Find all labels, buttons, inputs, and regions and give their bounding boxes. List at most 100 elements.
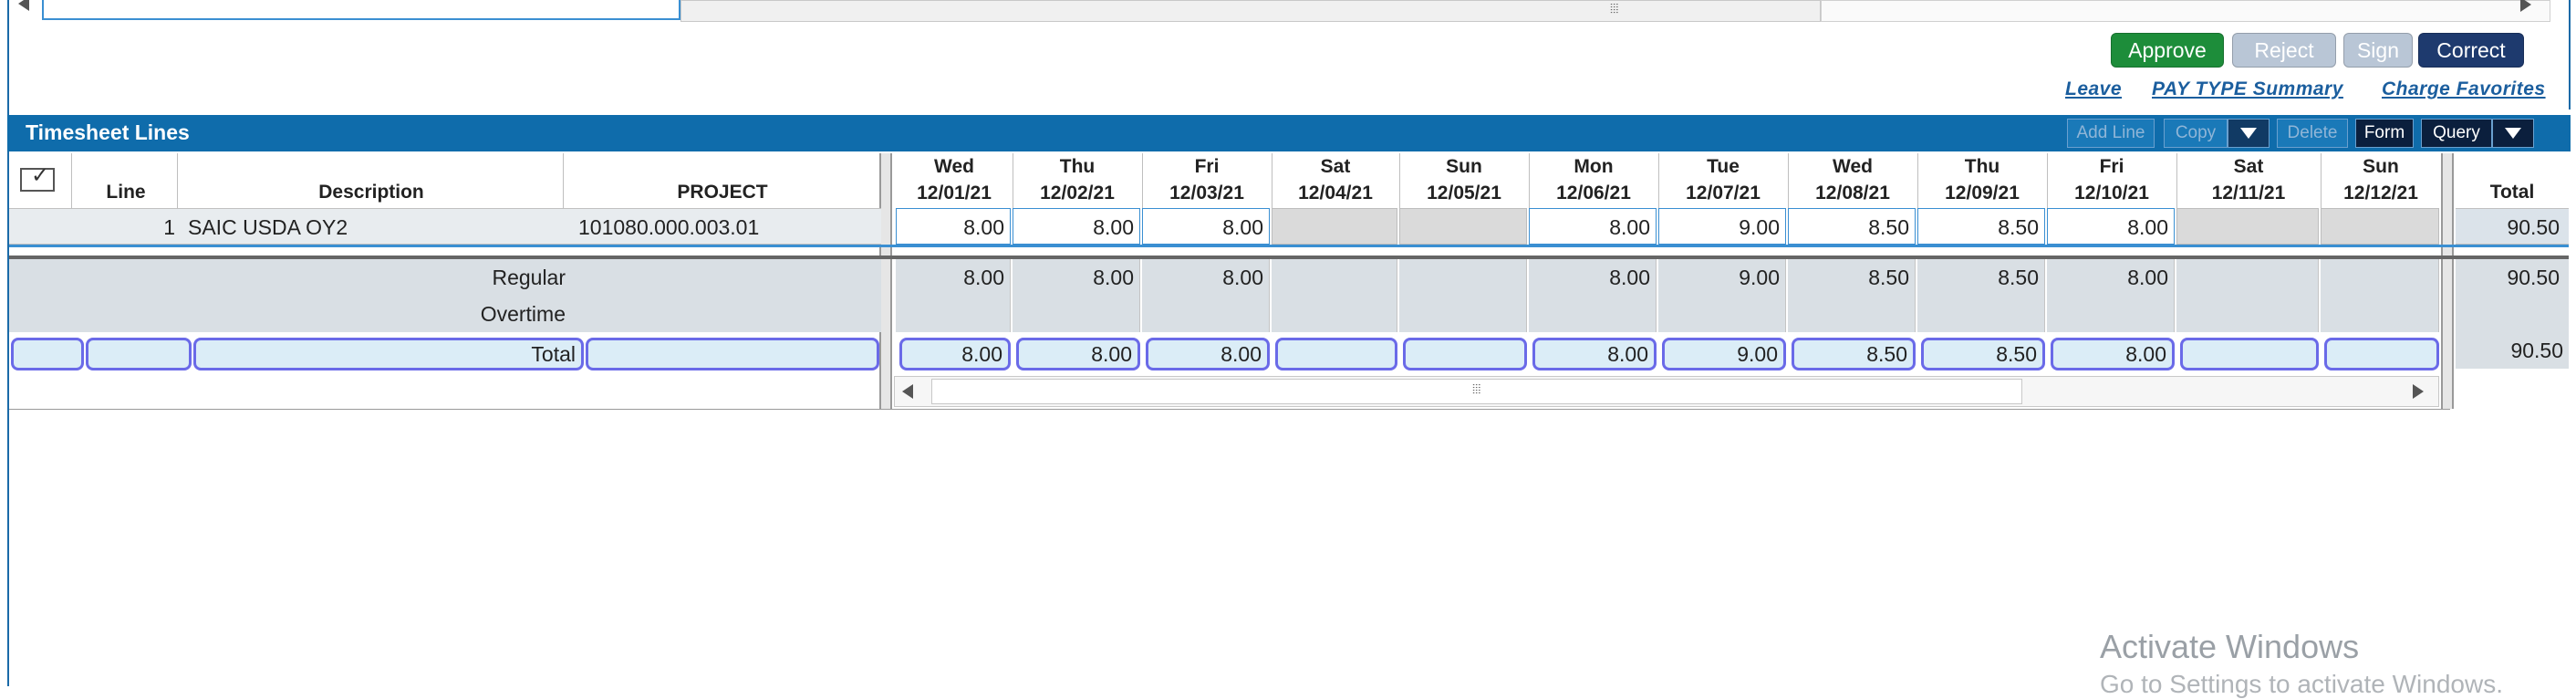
column-header-description: Description — [318, 182, 424, 203]
day-of-week: Wed — [934, 156, 974, 177]
upper-horizontal-scrollbar[interactable]: ⦙⦙⦙ — [680, 0, 1821, 22]
overtime-summary-row: Overtime — [9, 296, 881, 332]
line-number-cell[interactable]: 1 — [73, 209, 181, 245]
total-day-cell: 8.00 — [899, 338, 1011, 370]
total-day-cell: 8.00 — [1532, 338, 1657, 370]
total-column-splitter[interactable] — [2441, 153, 2454, 409]
grand-total-value: 90.50 — [2456, 332, 2569, 369]
hour-cell[interactable]: 8.00 — [896, 208, 1011, 245]
overtime-day-cell — [1917, 296, 2045, 332]
triangle-left-icon[interactable] — [902, 384, 913, 399]
hour-cell[interactable]: 8.00 — [1142, 208, 1270, 245]
day-of-week: Sun — [2363, 156, 2399, 177]
hour-cell[interactable]: 8.50 — [1917, 208, 2045, 245]
leave-link[interactable]: Leave — [2065, 78, 2122, 100]
row-selection-line — [9, 245, 2569, 247]
column-header-day: Sun 12/12/21 — [2321, 155, 2441, 204]
scroll-right-icon[interactable] — [2520, 0, 2531, 12]
regular-day-cell: 8.00 — [1142, 259, 1270, 296]
overtime-day-cell — [1272, 296, 1397, 332]
overtime-day-cell — [1788, 296, 1916, 332]
overtime-day-cell — [896, 296, 1011, 332]
column-header-day: Fri 12/03/21 — [1142, 155, 1272, 204]
charge-favorites-link[interactable]: Charge Favorites — [2382, 78, 2546, 100]
approve-button[interactable]: Approve — [2111, 33, 2224, 68]
overtime-day-cell — [2321, 296, 2439, 332]
table-row[interactable]: 1 SAIC USDA OY2 101080.000.003.01 — [9, 208, 881, 245]
scroll-left-icon[interactable] — [18, 0, 29, 11]
upper-input-field[interactable] — [42, 0, 680, 20]
hour-cell[interactable]: 9.00 — [1658, 208, 1786, 245]
top-scroll-strip: ⦙⦙⦙ — [0, 0, 2576, 24]
form-button[interactable]: Form — [2355, 119, 2414, 148]
correct-button[interactable]: Correct — [2418, 33, 2524, 68]
column-header-project: PROJECT — [677, 182, 768, 203]
column-header-day: Sat 12/11/21 — [2176, 155, 2321, 204]
hour-cell[interactable]: 8.00 — [1529, 208, 1657, 245]
delete-button[interactable]: Delete — [2277, 119, 2348, 148]
copy-button[interactable]: Copy — [2164, 119, 2228, 148]
hour-cell[interactable] — [2176, 208, 2319, 245]
regular-label: Regular — [492, 266, 566, 289]
hour-cell[interactable] — [1399, 208, 1527, 245]
scroll-thumb[interactable]: ⦙⦙⦙ — [931, 379, 2022, 404]
column-header-day: Sat 12/04/21 — [1272, 155, 1399, 204]
regular-day-cell — [2176, 259, 2319, 296]
line-total-value: 90.50 — [2507, 215, 2560, 239]
regular-day-cell: 9.00 — [1658, 259, 1786, 296]
day-of-week: Sun — [1446, 156, 1482, 177]
total-row-select-cell — [11, 338, 84, 370]
total-row-project-cell — [586, 338, 879, 370]
overtime-day-cell — [1013, 296, 1140, 332]
day-date: 12/07/21 — [1686, 183, 1761, 203]
total-day-cell — [1275, 338, 1397, 370]
add-line-button[interactable]: Add Line — [2067, 119, 2155, 148]
scroll-grip-icon[interactable]: ⦙⦙⦙ — [1610, 1, 1618, 16]
overtime-day-cell — [1658, 296, 1786, 332]
column-header-day: Tue 12/07/21 — [1658, 155, 1788, 204]
day-of-week: Sat — [2233, 156, 2264, 177]
regular-total-value: 90.50 — [2507, 266, 2560, 289]
regular-day-cell: 8.00 — [1013, 259, 1140, 296]
column-header-day: Wed 12/01/21 — [896, 155, 1013, 204]
total-day-cell — [2180, 338, 2319, 370]
select-all-checkbox[interactable]: ✓ — [20, 163, 55, 192]
total-day-cell: 8.50 — [1792, 338, 1916, 370]
day-date: 12/03/21 — [1169, 183, 1244, 203]
column-header-day: Fri 12/10/21 — [2047, 155, 2176, 204]
description-cell[interactable]: SAIC USDA OY2 — [182, 209, 566, 245]
triangle-right-icon[interactable] — [2413, 384, 2424, 399]
day-of-week: Thu — [1059, 156, 1096, 177]
chevron-down-icon — [2240, 128, 2257, 139]
day-date: 12/09/21 — [1945, 183, 2020, 203]
regular-summary-row: Regular — [9, 259, 881, 296]
project-cell[interactable]: 101080.000.003.01 — [567, 209, 881, 245]
query-button[interactable]: Query — [2421, 119, 2492, 148]
column-header-total: Total — [2489, 182, 2535, 203]
regular-day-cell — [1399, 259, 1527, 296]
total-row-line-cell — [86, 338, 192, 370]
regular-day-cell — [1272, 259, 1397, 296]
pay-type-summary-link[interactable]: PAY TYPE Summary — [2152, 78, 2343, 100]
regular-total-cell: 90.50 — [2456, 259, 2569, 296]
check-icon: ✓ — [31, 163, 50, 188]
overtime-day-cell — [2176, 296, 2319, 332]
hour-cell[interactable] — [1272, 208, 1397, 245]
sign-button[interactable]: Sign — [2343, 33, 2413, 68]
query-dropdown-button[interactable] — [2492, 119, 2534, 148]
regular-day-cell: 8.00 — [896, 259, 1011, 296]
grid-horizontal-scrollbar[interactable]: ⦙⦙⦙ — [894, 376, 2439, 407]
hour-cell[interactable] — [2321, 208, 2439, 245]
copy-dropdown-button[interactable] — [2228, 119, 2270, 148]
line-total-cell: 90.50 — [2456, 208, 2569, 245]
frozen-column-splitter[interactable] — [879, 153, 892, 409]
hour-cell[interactable]: 8.00 — [1013, 208, 1140, 245]
hour-cell[interactable]: 8.00 — [2047, 208, 2175, 245]
scroll-grip-icon[interactable]: ⦙⦙⦙ — [1472, 381, 1480, 397]
column-header-day: Mon 12/06/21 — [1529, 155, 1658, 204]
overtime-day-cell — [1399, 296, 1527, 332]
reject-button[interactable]: Reject — [2232, 33, 2336, 68]
hour-cell[interactable]: 8.50 — [1788, 208, 1916, 245]
total-row-label-cell: Total — [193, 338, 584, 370]
regular-day-cell: 8.00 — [2047, 259, 2175, 296]
